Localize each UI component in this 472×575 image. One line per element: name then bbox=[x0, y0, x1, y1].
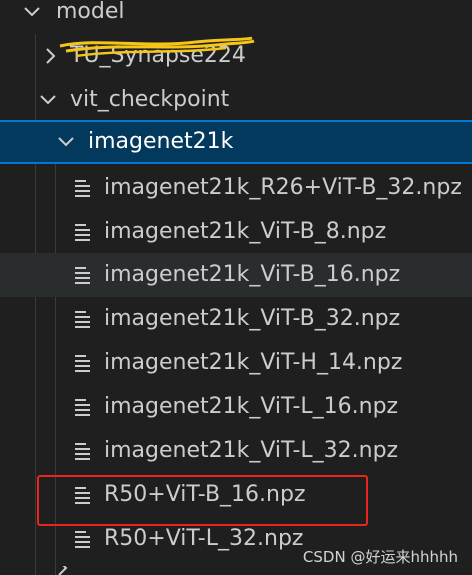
file-lines-icon bbox=[74, 354, 92, 372]
tree-folder-label: model bbox=[56, 0, 125, 24]
tree-file[interactable]: imagenet21k_ViT-H_14.npz bbox=[0, 341, 472, 385]
file-lines-icon bbox=[74, 530, 92, 548]
chevron-right-icon bbox=[52, 566, 72, 575]
tree-file-label: imagenet21k_ViT-B_32.npz bbox=[104, 306, 401, 331]
tree-file[interactable]: imagenet21k_ViT-B_8.npz bbox=[0, 210, 472, 254]
tree-file[interactable]: imagenet21k_ViT-L_32.npz bbox=[0, 429, 472, 473]
tree-folder-label: vit_checkpoint bbox=[70, 87, 230, 112]
tree-file-label: imagenet21k_ViT-B_8.npz bbox=[104, 219, 387, 244]
tree-file-label: imagenet21k_ViT-L_32.npz bbox=[104, 438, 399, 463]
tree-file[interactable]: imagenet21k_ViT-B_32.npz bbox=[0, 297, 472, 341]
tree-file[interactable]: imagenet21k_ViT-L_16.npz bbox=[0, 385, 472, 429]
tree-file[interactable]: imagenet21k_ViT-B_16.npz bbox=[0, 253, 472, 297]
tree-file[interactable]: imagenet21k_R26+ViT-B_32.npz bbox=[0, 166, 472, 210]
file-lines-icon bbox=[74, 223, 92, 241]
chevron-down-icon bbox=[56, 132, 76, 152]
watermark: CSDN @好运来hhhhh bbox=[302, 548, 458, 566]
tree-file-label: R50+ViT-L_32.npz bbox=[104, 526, 304, 551]
file-lines-icon bbox=[74, 398, 92, 416]
tree-file-label: imagenet21k_ViT-L_16.npz bbox=[104, 394, 399, 419]
file-lines-icon bbox=[74, 179, 92, 197]
file-explorer: model TU_Synapse224 vit_checkpoint image… bbox=[0, 0, 472, 575]
file-lines-icon bbox=[74, 310, 92, 328]
tree-row-cutoff bbox=[0, 566, 472, 575]
tree-folder-vit-checkpoint[interactable]: vit_checkpoint bbox=[0, 78, 472, 122]
tree-folder-model[interactable]: model bbox=[0, 0, 472, 34]
tree-file-label: imagenet21k_ViT-B_16.npz bbox=[104, 262, 401, 287]
chevron-down-icon bbox=[38, 90, 58, 110]
tree-folder-label: imagenet21k bbox=[88, 129, 234, 154]
redaction-scribble bbox=[59, 36, 255, 58]
file-lines-icon bbox=[74, 442, 92, 460]
tree-file-label: imagenet21k_ViT-H_14.npz bbox=[104, 350, 403, 375]
tree-folder-imagenet21k[interactable]: imagenet21k bbox=[0, 120, 472, 164]
chevron-down-icon bbox=[22, 2, 42, 22]
tree-file-label: imagenet21k_R26+ViT-B_32.npz bbox=[104, 175, 462, 200]
file-lines-icon bbox=[74, 266, 92, 284]
